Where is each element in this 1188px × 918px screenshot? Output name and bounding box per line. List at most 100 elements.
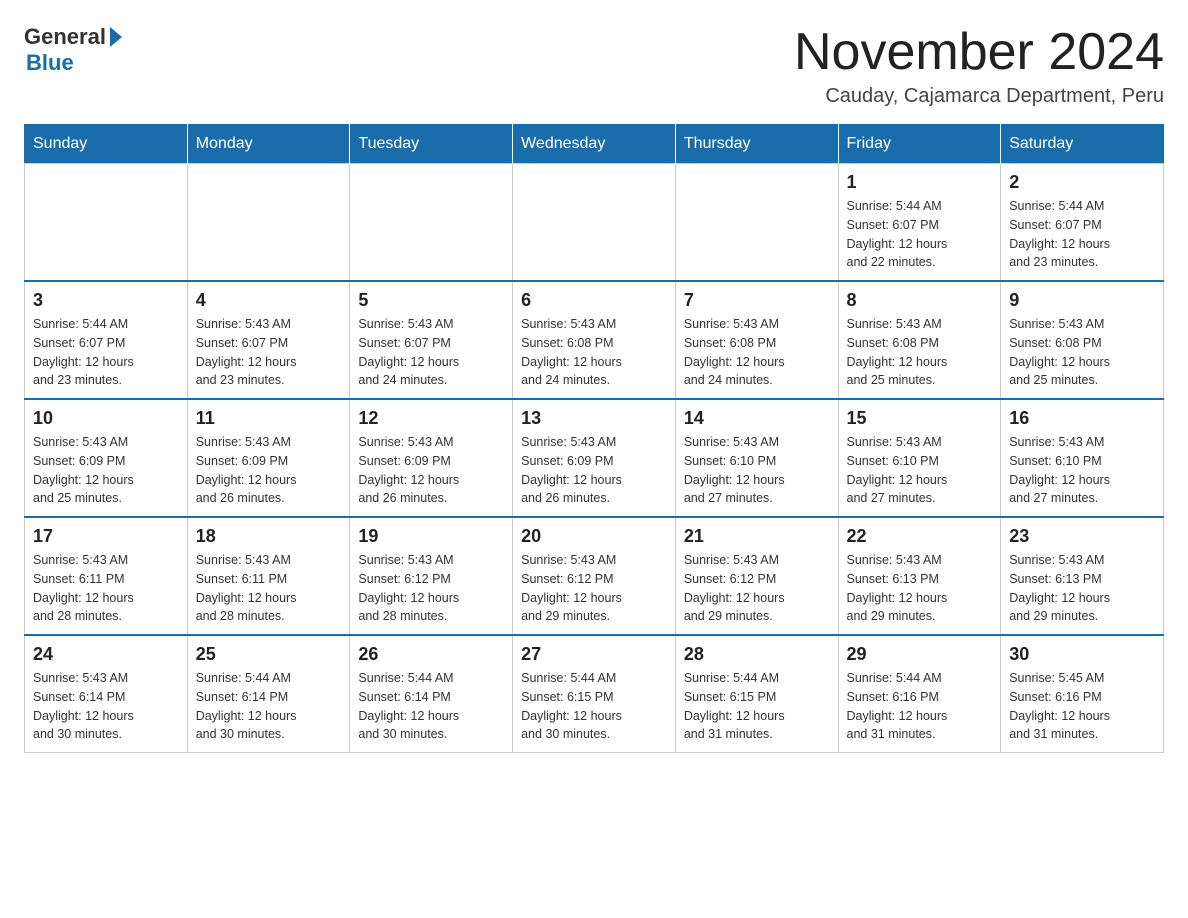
calendar-cell: 20 Sunrise: 5:43 AMSunset: 6:12 PMDayligh…	[513, 517, 676, 635]
day-info: Sunrise: 5:43 AMSunset: 6:12 PMDaylight:…	[358, 551, 504, 626]
day-number: 14	[684, 408, 830, 429]
calendar-cell: 2 Sunrise: 5:44 AMSunset: 6:07 PMDaylight…	[1001, 164, 1164, 282]
calendar-cell: 22 Sunrise: 5:43 AMSunset: 6:13 PMDayligh…	[838, 517, 1001, 635]
calendar-cell: 30 Sunrise: 5:45 AMSunset: 6:16 PMDayligh…	[1001, 635, 1164, 753]
day-number: 18	[196, 526, 342, 547]
day-number: 25	[196, 644, 342, 665]
calendar-week-row: 24 Sunrise: 5:43 AMSunset: 6:14 PMDayligh…	[25, 635, 1164, 753]
logo-general-text: General	[24, 24, 106, 50]
day-info: Sunrise: 5:43 AMSunset: 6:08 PMDaylight:…	[684, 315, 830, 390]
calendar-cell: 6 Sunrise: 5:43 AMSunset: 6:08 PMDaylight…	[513, 281, 676, 399]
logo-blue-text: Blue	[26, 50, 74, 76]
day-number: 12	[358, 408, 504, 429]
calendar-cell: 12Sunrise: 5:43 AMSunset: 6:09 PMDayligh…	[350, 399, 513, 517]
day-number: 16	[1009, 408, 1155, 429]
day-info: Sunrise: 5:45 AMSunset: 6:16 PMDaylight:…	[1009, 669, 1155, 744]
day-info: Sunrise: 5:44 AMSunset: 6:14 PMDaylight:…	[196, 669, 342, 744]
calendar-cell: 10 Sunrise: 5:43 AMSunset: 6:09 PMDayligh…	[25, 399, 188, 517]
weekday-header-sunday: Sunday	[25, 125, 188, 164]
calendar-cell: 19 Sunrise: 5:43 AMSunset: 6:12 PMDayligh…	[350, 517, 513, 635]
calendar-cell	[187, 164, 350, 282]
weekday-header-saturday: Saturday	[1001, 125, 1164, 164]
day-number: 6	[521, 290, 667, 311]
day-info: Sunrise: 5:43 AMSunset: 6:09 PMDaylight:…	[33, 433, 179, 508]
weekday-header-thursday: Thursday	[675, 125, 838, 164]
day-number: 23	[1009, 526, 1155, 547]
day-info: Sunrise: 5:43 AMSunset: 6:07 PMDaylight:…	[196, 315, 342, 390]
day-info: Sunrise: 5:43 AMSunset: 6:11 PMDaylight:…	[196, 551, 342, 626]
calendar-cell	[350, 164, 513, 282]
day-info: Sunrise: 5:44 AMSunset: 6:16 PMDaylight:…	[847, 669, 993, 744]
day-number: 8	[847, 290, 993, 311]
day-number: 4	[196, 290, 342, 311]
day-number: 20	[521, 526, 667, 547]
calendar-cell: 5 Sunrise: 5:43 AMSunset: 6:07 PMDaylight…	[350, 281, 513, 399]
calendar-cell: 9Sunrise: 5:43 AMSunset: 6:08 PMDaylight…	[1001, 281, 1164, 399]
day-info: Sunrise: 5:43 AMSunset: 6:07 PMDaylight:…	[358, 315, 504, 390]
day-number: 1	[847, 172, 993, 193]
day-info: Sunrise: 5:43 AMSunset: 6:11 PMDaylight:…	[33, 551, 179, 626]
month-title: November 2024	[794, 24, 1164, 81]
day-info: Sunrise: 5:43 AMSunset: 6:08 PMDaylight:…	[1009, 315, 1155, 390]
weekday-header-friday: Friday	[838, 125, 1001, 164]
location-subtitle: Cauday, Cajamarca Department, Peru	[794, 85, 1164, 108]
day-number: 5	[358, 290, 504, 311]
weekday-header-wednesday: Wednesday	[513, 125, 676, 164]
day-number: 24	[33, 644, 179, 665]
page-header: General Blue November 2024 Cauday, Cajam…	[24, 24, 1164, 108]
calendar-cell: 25 Sunrise: 5:44 AMSunset: 6:14 PMDayligh…	[187, 635, 350, 753]
day-number: 2	[1009, 172, 1155, 193]
day-info: Sunrise: 5:43 AMSunset: 6:13 PMDaylight:…	[847, 551, 993, 626]
day-info: Sunrise: 5:44 AMSunset: 6:15 PMDaylight:…	[684, 669, 830, 744]
day-number: 26	[358, 644, 504, 665]
day-info: Sunrise: 5:43 AMSunset: 6:08 PMDaylight:…	[521, 315, 667, 390]
day-info: Sunrise: 5:43 AMSunset: 6:10 PMDaylight:…	[684, 433, 830, 508]
day-number: 21	[684, 526, 830, 547]
calendar-week-row: 3 Sunrise: 5:44 AMSunset: 6:07 PMDaylight…	[25, 281, 1164, 399]
day-info: Sunrise: 5:44 AMSunset: 6:07 PMDaylight:…	[1009, 197, 1155, 272]
day-number: 11	[196, 408, 342, 429]
calendar-cell: 11Sunrise: 5:43 AMSunset: 6:09 PMDayligh…	[187, 399, 350, 517]
weekday-header-monday: Monday	[187, 125, 350, 164]
calendar-cell: 29 Sunrise: 5:44 AMSunset: 6:16 PMDayligh…	[838, 635, 1001, 753]
calendar-cell: 13 Sunrise: 5:43 AMSunset: 6:09 PMDayligh…	[513, 399, 676, 517]
day-info: Sunrise: 5:44 AMSunset: 6:07 PMDaylight:…	[847, 197, 993, 272]
logo-arrow-icon	[110, 27, 122, 47]
day-info: Sunrise: 5:43 AMSunset: 6:09 PMDaylight:…	[521, 433, 667, 508]
day-number: 15	[847, 408, 993, 429]
calendar-cell: 18 Sunrise: 5:43 AMSunset: 6:11 PMDayligh…	[187, 517, 350, 635]
day-info: Sunrise: 5:43 AMSunset: 6:14 PMDaylight:…	[33, 669, 179, 744]
calendar-week-row: 10 Sunrise: 5:43 AMSunset: 6:09 PMDayligh…	[25, 399, 1164, 517]
day-info: Sunrise: 5:43 AMSunset: 6:10 PMDaylight:…	[847, 433, 993, 508]
day-info: Sunrise: 5:44 AMSunset: 6:14 PMDaylight:…	[358, 669, 504, 744]
calendar-table: SundayMondayTuesdayWednesdayThursdayFrid…	[24, 124, 1164, 753]
calendar-cell: 14 Sunrise: 5:43 AMSunset: 6:10 PMDayligh…	[675, 399, 838, 517]
calendar-cell: 23Sunrise: 5:43 AMSunset: 6:13 PMDayligh…	[1001, 517, 1164, 635]
day-number: 3	[33, 290, 179, 311]
calendar-cell: 8Sunrise: 5:43 AMSunset: 6:08 PMDaylight…	[838, 281, 1001, 399]
day-number: 30	[1009, 644, 1155, 665]
day-number: 13	[521, 408, 667, 429]
day-info: Sunrise: 5:43 AMSunset: 6:12 PMDaylight:…	[684, 551, 830, 626]
weekday-header-tuesday: Tuesday	[350, 125, 513, 164]
calendar-cell: 3 Sunrise: 5:44 AMSunset: 6:07 PMDaylight…	[25, 281, 188, 399]
day-info: Sunrise: 5:43 AMSunset: 6:12 PMDaylight:…	[521, 551, 667, 626]
calendar-cell: 16 Sunrise: 5:43 AMSunset: 6:10 PMDayligh…	[1001, 399, 1164, 517]
calendar-cell: 24 Sunrise: 5:43 AMSunset: 6:14 PMDayligh…	[25, 635, 188, 753]
calendar-header-row: SundayMondayTuesdayWednesdayThursdayFrid…	[25, 125, 1164, 164]
day-number: 22	[847, 526, 993, 547]
day-info: Sunrise: 5:43 AMSunset: 6:10 PMDaylight:…	[1009, 433, 1155, 508]
calendar-week-row: 17Sunrise: 5:43 AMSunset: 6:11 PMDayligh…	[25, 517, 1164, 635]
calendar-cell: 28Sunrise: 5:44 AMSunset: 6:15 PMDayligh…	[675, 635, 838, 753]
calendar-cell: 17Sunrise: 5:43 AMSunset: 6:11 PMDayligh…	[25, 517, 188, 635]
calendar-cell	[513, 164, 676, 282]
title-section: November 2024 Cauday, Cajamarca Departme…	[794, 24, 1164, 108]
day-number: 10	[33, 408, 179, 429]
calendar-cell: 15 Sunrise: 5:43 AMSunset: 6:10 PMDayligh…	[838, 399, 1001, 517]
day-info: Sunrise: 5:44 AMSunset: 6:15 PMDaylight:…	[521, 669, 667, 744]
day-number: 29	[847, 644, 993, 665]
calendar-cell: 26 Sunrise: 5:44 AMSunset: 6:14 PMDayligh…	[350, 635, 513, 753]
day-number: 19	[358, 526, 504, 547]
calendar-cell	[25, 164, 188, 282]
day-info: Sunrise: 5:44 AMSunset: 6:07 PMDaylight:…	[33, 315, 179, 390]
